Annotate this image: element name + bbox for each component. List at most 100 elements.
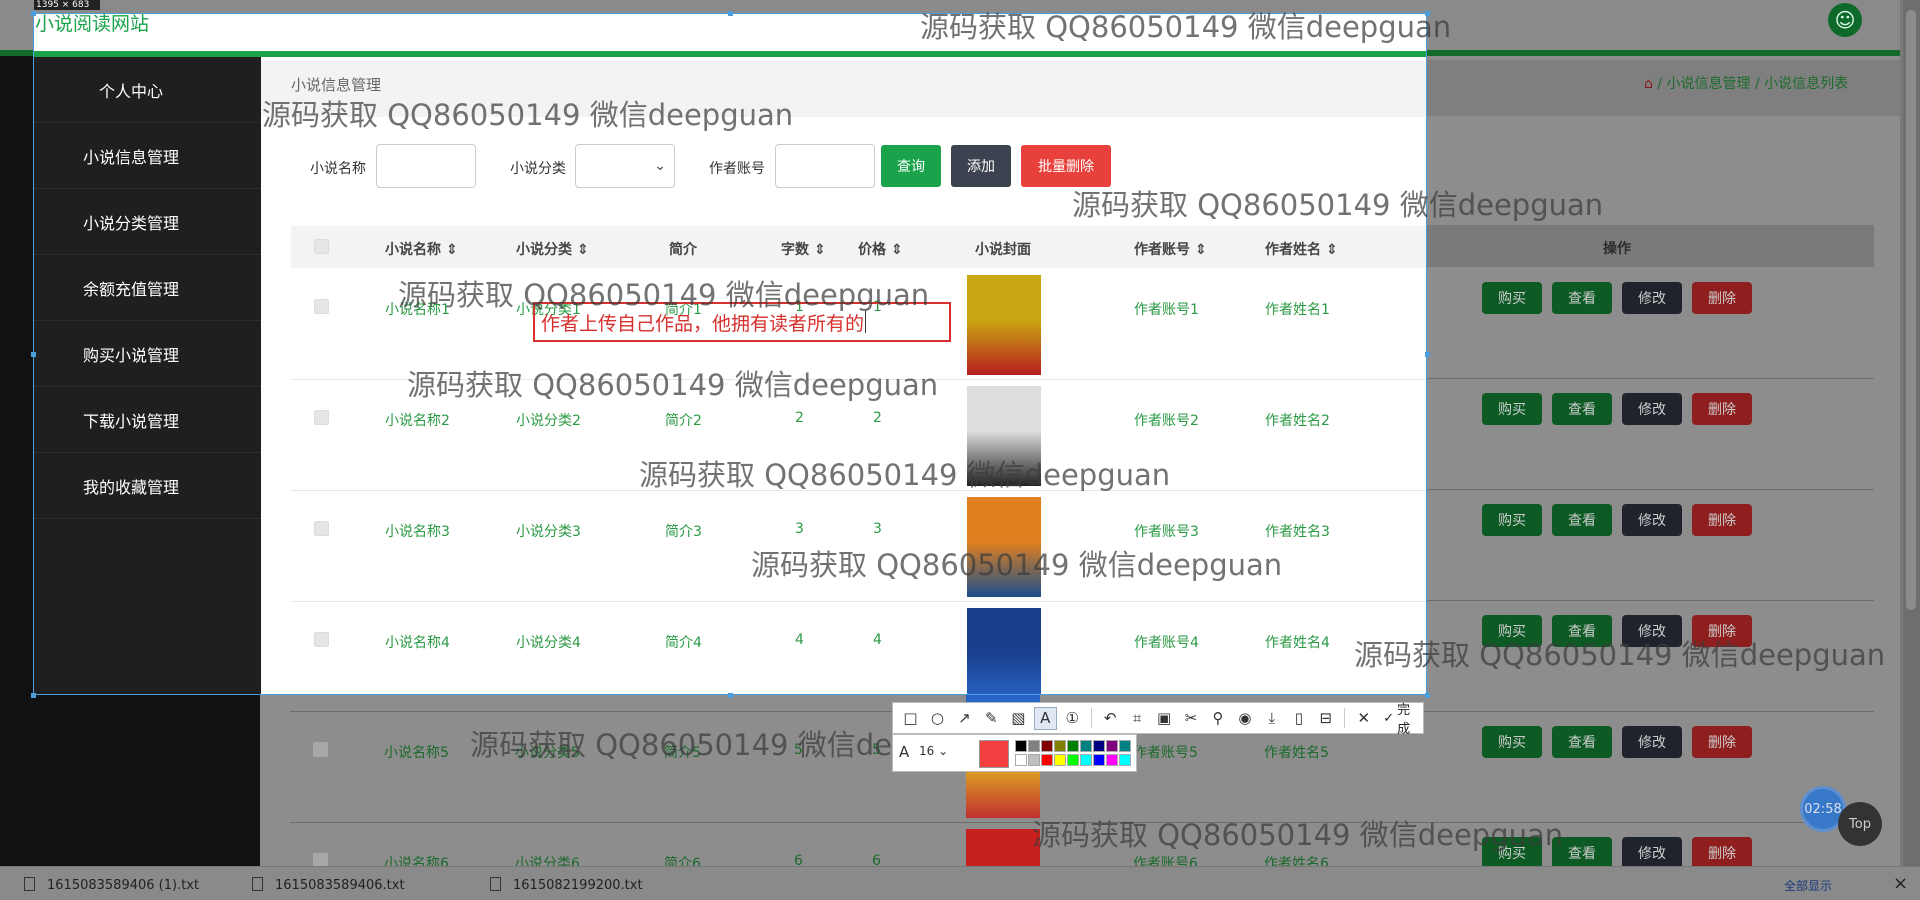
sidebar-item-download[interactable]: 下载小说管理 xyxy=(34,387,261,453)
download-item[interactable]: 1615083589406.txt xyxy=(252,877,405,893)
sidebar-item-recharge[interactable]: 余额充值管理 xyxy=(34,255,261,321)
th-words[interactable]: 字数 ⇕ xyxy=(781,239,826,259)
buy-button[interactable]: 购买 xyxy=(1482,837,1542,869)
edit-button[interactable]: 修改 xyxy=(1622,504,1682,536)
buy-button[interactable]: 购买 xyxy=(1482,393,1542,425)
scissors-tool-icon[interactable]: ✂ xyxy=(1180,707,1203,730)
resize-handle[interactable] xyxy=(31,352,36,357)
th-name[interactable]: 小说名称 ⇕ xyxy=(385,239,458,259)
color-swatch[interactable] xyxy=(1041,754,1053,766)
record-tool-icon[interactable]: ◉ xyxy=(1233,707,1256,730)
sidebar-item-novel-info[interactable]: 小说信息管理 xyxy=(34,123,261,189)
delete-button[interactable]: 删除 xyxy=(1692,282,1752,314)
color-swatch[interactable] xyxy=(1080,740,1092,752)
edit-button[interactable]: 修改 xyxy=(1622,615,1682,647)
novel-cover-image[interactable] xyxy=(967,386,1041,486)
select-all-checkbox[interactable] xyxy=(314,239,329,254)
color-swatch[interactable] xyxy=(1054,754,1066,766)
home-icon[interactable]: ⌂ xyxy=(1644,76,1653,92)
query-button[interactable]: 查询 xyxy=(881,145,941,187)
edit-button[interactable]: 修改 xyxy=(1622,726,1682,758)
show-all-downloads-link[interactable]: 全部显示 xyxy=(1784,877,1832,894)
color-swatch[interactable] xyxy=(1080,754,1092,766)
add-button[interactable]: 添加 xyxy=(951,145,1011,187)
color-swatch[interactable] xyxy=(1067,754,1079,766)
batch-delete-button[interactable]: 批量删除 xyxy=(1021,145,1111,187)
resize-handle[interactable] xyxy=(728,11,733,16)
color-swatch[interactable] xyxy=(1015,754,1027,766)
resize-handle[interactable] xyxy=(31,693,36,698)
site-title[interactable]: 小说阅读网站 xyxy=(35,14,149,36)
color-swatch[interactable] xyxy=(1015,740,1027,752)
arrow-tool-icon[interactable]: ↗ xyxy=(953,707,976,730)
annotation-text-box[interactable]: 作者上传自己作品，他拥有读者所有的 xyxy=(533,302,951,342)
row-checkbox[interactable] xyxy=(314,410,329,425)
current-color-swatch[interactable] xyxy=(979,740,1009,768)
ocr-tool-icon[interactable]: ▣ xyxy=(1153,707,1176,730)
sidebar-item-personal[interactable]: 个人中心 xyxy=(34,57,261,123)
font-size-select[interactable]: 16 ⌄ xyxy=(919,744,957,764)
scrollbar-thumb[interactable] xyxy=(1906,10,1916,610)
download-item[interactable]: 1615082199200.txt xyxy=(490,877,643,893)
rectangle-tool-icon[interactable]: □ xyxy=(899,707,922,730)
view-button[interactable]: 查看 xyxy=(1552,282,1612,314)
search-name-input[interactable] xyxy=(376,144,476,188)
color-swatch[interactable] xyxy=(1093,740,1105,752)
buy-button[interactable]: 购买 xyxy=(1482,282,1542,314)
delete-button[interactable]: 删除 xyxy=(1692,504,1752,536)
bookmark-tool-icon[interactable]: ⊟ xyxy=(1314,707,1337,730)
th-category[interactable]: 小说分类 ⇕ xyxy=(516,239,589,259)
color-swatch[interactable] xyxy=(1041,740,1053,752)
novel-cover-image[interactable] xyxy=(967,275,1041,375)
resize-handle[interactable] xyxy=(1425,11,1430,16)
buy-button[interactable]: 购买 xyxy=(1482,504,1542,536)
resize-handle[interactable] xyxy=(31,11,36,16)
user-avatar-icon[interactable]: ☺ xyxy=(1828,3,1862,37)
undo-icon[interactable]: ↶ xyxy=(1099,707,1122,730)
novel-cover-image[interactable] xyxy=(967,608,1041,694)
color-swatch[interactable] xyxy=(1054,740,1066,752)
annotation-text[interactable]: 作者上传自己作品，他拥有读者所有的 xyxy=(541,309,864,336)
number-tool-icon[interactable]: ① xyxy=(1061,707,1084,730)
edit-button[interactable]: 修改 xyxy=(1622,282,1682,314)
row-checkbox[interactable] xyxy=(313,742,328,757)
row-checkbox[interactable] xyxy=(314,299,329,314)
search-author-input[interactable] xyxy=(775,144,875,188)
edit-button[interactable]: 修改 xyxy=(1622,393,1682,425)
done-button[interactable]: ✓ 完成 xyxy=(1383,699,1423,737)
view-button[interactable]: 查看 xyxy=(1552,504,1612,536)
buy-button[interactable]: 购买 xyxy=(1482,726,1542,758)
color-swatch[interactable] xyxy=(1106,740,1118,752)
row-checkbox[interactable] xyxy=(314,521,329,536)
color-swatch[interactable] xyxy=(1119,740,1131,752)
sidebar-item-purchase[interactable]: 购买小说管理 xyxy=(34,321,261,387)
delete-button[interactable]: 删除 xyxy=(1692,726,1752,758)
view-button[interactable]: 查看 xyxy=(1552,393,1612,425)
delete-button[interactable]: 删除 xyxy=(1692,615,1752,647)
text-tool-icon[interactable]: A xyxy=(1033,706,1057,730)
delete-button[interactable]: 删除 xyxy=(1692,393,1752,425)
edit-button[interactable]: 修改 xyxy=(1622,837,1682,869)
color-swatch[interactable] xyxy=(1028,740,1040,752)
row-checkbox[interactable] xyxy=(314,632,329,647)
resize-handle[interactable] xyxy=(728,693,733,698)
delete-button[interactable]: 删除 xyxy=(1692,837,1752,869)
pin-tool-icon[interactable]: ⚲ xyxy=(1206,707,1229,730)
color-swatch[interactable] xyxy=(1106,754,1118,766)
screenshot-capture-region[interactable]: 小说阅读网站 个人中心 小说信息管理 小说分类管理 余额充值管理 购买小说管理 下载小说管… xyxy=(33,13,1427,695)
ellipse-tool-icon[interactable]: ○ xyxy=(926,707,949,730)
back-to-top-button[interactable]: Top xyxy=(1838,802,1882,846)
novel-cover-image[interactable] xyxy=(967,497,1041,597)
breadcrumb-path[interactable]: 小说信息管理 / 小说信息列表 xyxy=(1667,76,1849,92)
resize-handle[interactable] xyxy=(1425,693,1430,698)
th-author-account[interactable]: 作者账号 ⇕ xyxy=(1134,239,1207,259)
download-icon[interactable]: ⤓ xyxy=(1260,707,1283,730)
view-button[interactable]: 查看 xyxy=(1552,726,1612,758)
close-icon[interactable]: ✕ xyxy=(1352,707,1375,730)
resize-handle[interactable] xyxy=(1425,352,1430,357)
search-category-select[interactable]: ⌄ xyxy=(575,144,675,188)
th-author-name[interactable]: 作者姓名 ⇕ xyxy=(1265,239,1338,259)
th-price[interactable]: 价格 ⇕ xyxy=(858,239,903,259)
close-icon[interactable]: × xyxy=(1893,873,1908,894)
color-swatch[interactable] xyxy=(1093,754,1105,766)
